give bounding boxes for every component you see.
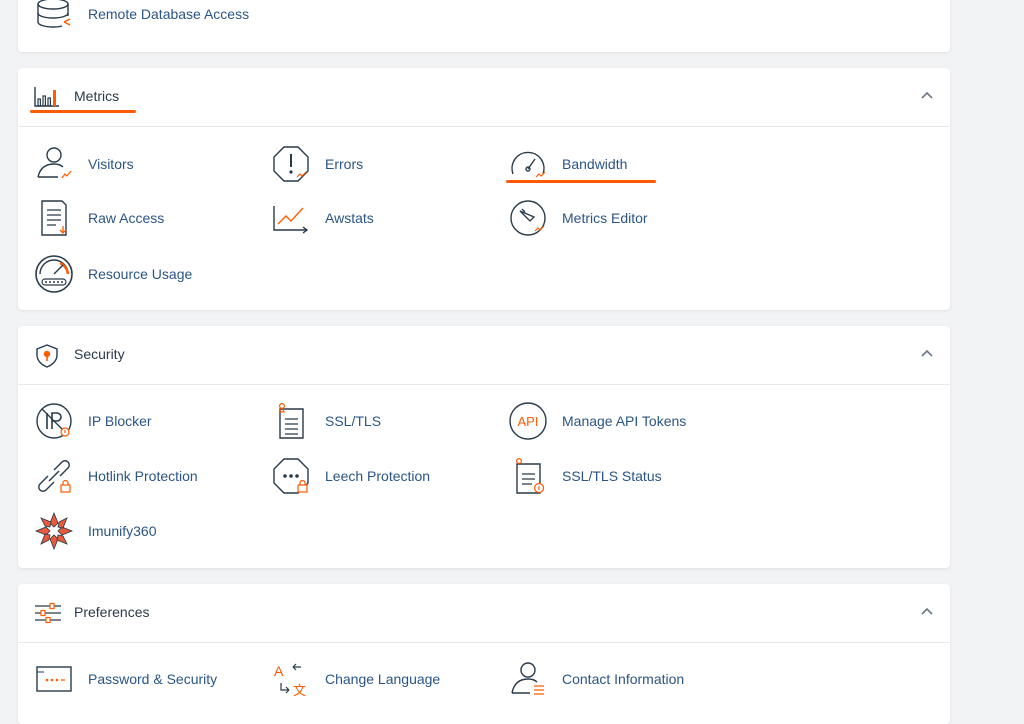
remote-database-access-link[interactable]: Remote Database Access [34,0,249,34]
remote-database-icon [37,0,71,28]
api-tokens-icon: API [509,402,547,440]
contact-information-link[interactable]: Contact Information [508,659,684,699]
ssl-tls-link[interactable]: SSL/TLS [271,401,381,441]
metrics-panel: Metrics Visitors Errors Bandwidth Raw Ac… [18,68,950,310]
metrics-bar-chart-icon [34,87,59,107]
security-panel: Security IP Blocker SSL/TLS API Manage A… [18,326,950,568]
raw-access-link[interactable]: Raw Access [34,198,164,238]
preferences-panel-title: Preferences [74,604,150,620]
resource-usage-icon [35,255,73,293]
raw-access-label: Raw Access [88,210,165,226]
metrics-title-highlight [30,110,136,113]
svg-text:文: 文 [293,684,306,699]
imunify360-icon [34,511,74,551]
bandwidth-icon [511,151,546,178]
ssl-tls-icon [279,402,304,439]
bandwidth-highlight [506,180,656,183]
ip-blocker-label: IP Blocker [88,413,152,429]
ip-blocker-icon [36,403,72,439]
password-security-label: Password & Security [88,671,218,687]
errors-link[interactable]: Errors [271,144,363,184]
leech-protection-label: Leech Protection [325,468,431,484]
resource-usage-link[interactable]: Resource Usage [34,254,192,294]
resource-usage-label: Resource Usage [88,266,193,282]
change-language-link[interactable]: A 文 Change Language [271,659,440,699]
change-language-icon: A 文 [274,663,306,699]
bandwidth-label: Bandwidth [562,156,628,172]
hotlink-protection-label: Hotlink Protection [88,468,198,484]
database-panel: Remote Database Access [18,0,950,52]
hotlink-protection-icon [38,460,71,493]
manage-api-tokens-label: Manage API Tokens [562,413,687,429]
metrics-editor-label: Metrics Editor [562,210,648,226]
chevron-up-icon[interactable] [920,348,934,358]
awstats-label: Awstats [325,210,374,226]
visitors-icon [37,147,72,179]
ip-blocker-link[interactable]: IP Blocker [34,401,152,441]
errors-label: Errors [325,156,364,172]
ssl-tls-status-label: SSL/TLS Status [562,468,662,484]
password-security-link[interactable]: Password & Security [34,659,217,699]
svg-text:A: A [274,663,284,679]
chevron-up-icon[interactable] [920,606,934,616]
security-panel-title: Security [74,346,125,362]
metrics-panel-header[interactable]: Metrics [18,68,950,127]
leech-protection-link[interactable]: Leech Protection [271,456,430,496]
metrics-editor-icon [510,200,546,236]
contact-information-icon [511,662,544,695]
chevron-up-icon[interactable] [920,90,934,100]
visitors-link[interactable]: Visitors [34,144,134,184]
preferences-panel: Preferences Password & Security A 文 Chan… [18,584,950,724]
visitors-label: Visitors [88,156,134,172]
manage-api-tokens-link[interactable]: API Manage API Tokens [508,401,686,441]
ssl-tls-status-icon [516,457,545,494]
remote-database-access-label: Remote Database Access [88,6,250,22]
raw-access-icon [41,200,67,236]
imunify360-link[interactable]: Imunify360 [34,511,156,551]
svg-text:API: API [518,414,539,429]
ssl-tls-status-link[interactable]: SSL/TLS Status [508,456,662,496]
awstats-link[interactable]: Awstats [271,198,374,238]
leech-protection-icon [273,458,309,494]
bandwidth-link[interactable]: Bandwidth [508,144,627,184]
preferences-panel-header[interactable]: Preferences [18,584,950,643]
contact-information-label: Contact Information [562,671,685,687]
ssl-tls-label: SSL/TLS [325,413,382,429]
change-language-label: Change Language [325,671,441,687]
sliders-icon [35,602,61,624]
metrics-editor-link[interactable]: Metrics Editor [508,198,648,238]
shield-icon [36,344,58,368]
metrics-panel-title: Metrics [74,88,120,104]
hotlink-protection-link[interactable]: Hotlink Protection [34,456,198,496]
password-security-icon [36,666,72,692]
awstats-icon [273,206,309,234]
errors-icon [273,146,309,182]
security-panel-header[interactable]: Security [18,326,950,385]
imunify360-label: Imunify360 [88,523,157,539]
